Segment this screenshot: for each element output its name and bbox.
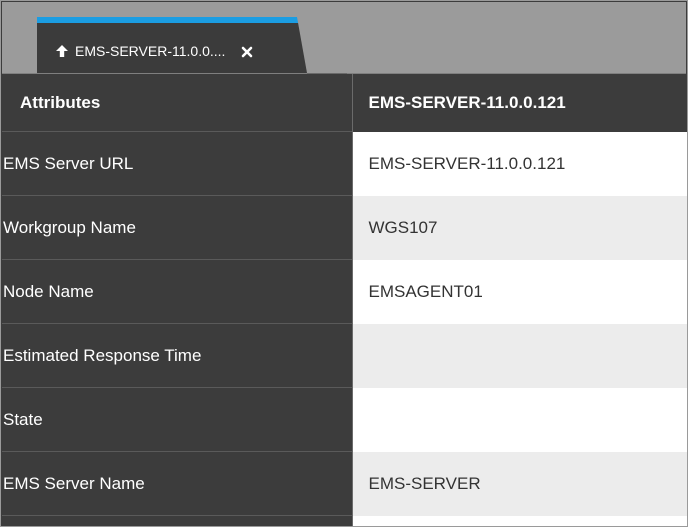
attribute-value	[352, 387, 687, 452]
attribute-value: EMS-SERVER	[352, 451, 687, 516]
attribute-value	[352, 323, 687, 388]
ems-window: EMS-SERVER-11.0.0.... Attributes EMS-SER…	[0, 0, 688, 527]
table-row[interactable]: State	[2, 387, 687, 452]
tab-ems-server[interactable]: EMS-SERVER-11.0.0....	[37, 17, 307, 73]
attribute-name: Node Name	[2, 259, 353, 324]
attribute-value: EMSAGENT01	[352, 259, 687, 324]
table-row[interactable]	[2, 515, 687, 526]
attribute-value: EMS-SERVER-11.0.0.121	[352, 131, 687, 196]
close-icon[interactable]	[241, 45, 253, 58]
column-header-server[interactable]: EMS-SERVER-11.0.0.121	[352, 74, 687, 132]
table-row[interactable]: Workgroup Name WGS107	[2, 195, 687, 260]
table-row[interactable]: Node Name EMSAGENT01	[2, 259, 687, 324]
table-header-row: Attributes EMS-SERVER-11.0.0.121	[2, 74, 687, 132]
column-header-attributes[interactable]: Attributes	[2, 74, 353, 132]
attribute-name: EMS Server Name	[2, 451, 353, 516]
table-row[interactable]: Estimated Response Time	[2, 323, 687, 388]
tab-bar: EMS-SERVER-11.0.0....	[2, 2, 686, 74]
attribute-name: State	[2, 387, 353, 452]
attribute-name: EMS Server URL	[2, 131, 353, 196]
attributes-table: Attributes EMS-SERVER-11.0.0.121 EMS Ser…	[2, 74, 687, 526]
attribute-name: Estimated Response Time	[2, 323, 353, 388]
table-row[interactable]: EMS Server Name EMS-SERVER	[2, 451, 687, 516]
tab-label: EMS-SERVER-11.0.0....	[75, 43, 226, 59]
attribute-name	[2, 515, 353, 526]
tab-active-indicator	[37, 17, 299, 23]
attribute-value	[352, 515, 687, 526]
arrow-up-icon	[55, 44, 69, 58]
table-row[interactable]: EMS Server URL EMS-SERVER-11.0.0.121	[2, 131, 687, 196]
attribute-value: WGS107	[352, 195, 687, 260]
attribute-name: Workgroup Name	[2, 195, 353, 260]
